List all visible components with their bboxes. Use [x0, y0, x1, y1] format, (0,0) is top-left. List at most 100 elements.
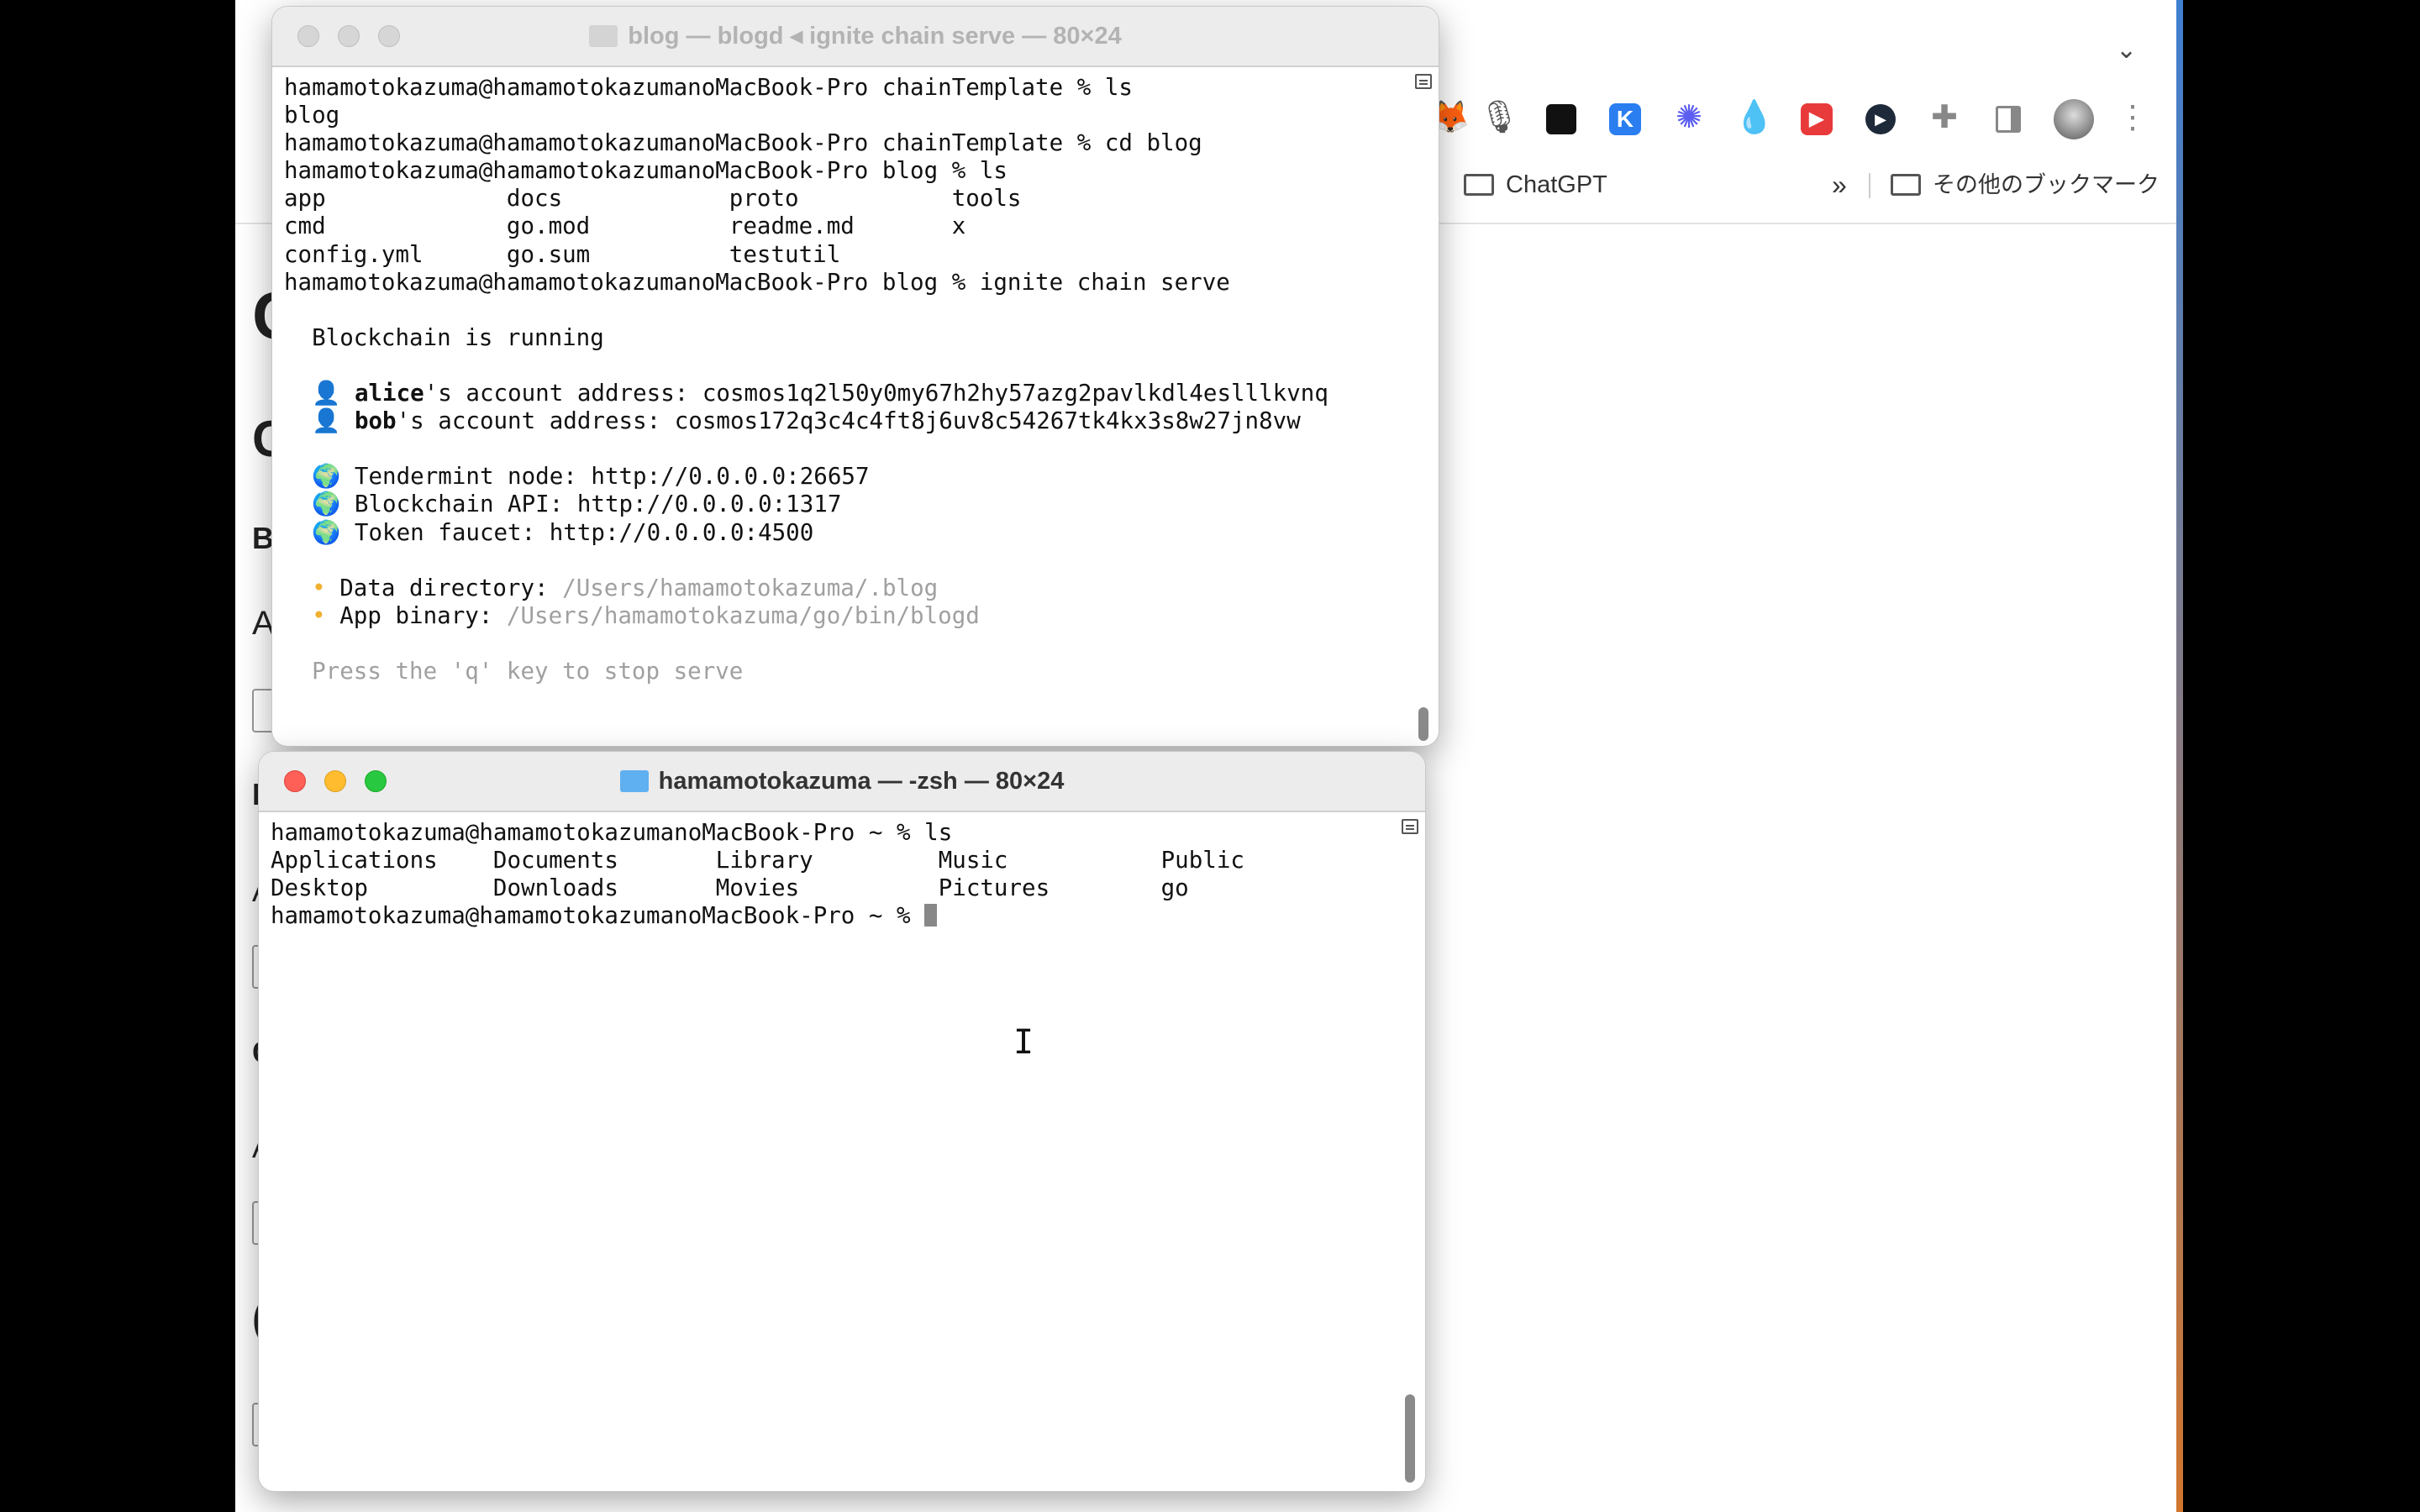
terminal-text: Token faucet: http://0.0.0.0:4500 [340, 518, 814, 546]
terminal-line: hamamotokazuma@hamamotokazumanoMacBook-P… [284, 157, 1328, 185]
mic-icon[interactable]: 🎙 [1479, 99, 1519, 136]
terminal-text: hamamotokazuma@hamamotokazumanoMacBook-P… [284, 74, 1133, 101]
terminal-line: Desktop Downloads Movies Pictures go [271, 874, 1244, 902]
folder-icon [1464, 174, 1494, 196]
desktop-edge-right [2176, 0, 2183, 1512]
scrollbar-thumb[interactable] [1418, 707, 1428, 741]
shield-play-icon[interactable]: ▶ [1862, 99, 1899, 136]
window-title-text: blog — blogd ◂ ignite chain serve — 80×2… [628, 23, 1122, 50]
terminal-text: Applications Documents Library Music Pub… [271, 847, 1244, 874]
droplet-icon[interactable]: 💧 [1734, 99, 1774, 136]
titlebar[interactable]: blog — blogd ◂ ignite chain serve — 80×2… [272, 7, 1439, 67]
terminal-line: 👤 bob's account address: cosmos172q3c4c4… [284, 407, 1328, 435]
tab-search-chevron-icon[interactable]: ⌄ [2116, 35, 2137, 65]
terminal-line: 🌍 Token faucet: http://0.0.0.0:4500 [284, 519, 1328, 547]
terminal-text: Desktop Downloads Movies Pictures go [271, 874, 1189, 902]
terminal-text: hamamotokazuma@hamamotokazumanoMacBook-P… [271, 902, 925, 930]
terminal-text: App binary: [325, 601, 507, 629]
bookmark-divider [1869, 173, 1870, 198]
bookmark-chatgpt[interactable]: ChatGPT [1464, 168, 1607, 202]
terminal-text: 's account address: cosmos1q2l50y0my67h2… [424, 380, 1328, 407]
page-label: B [252, 521, 274, 555]
terminal-window-serve[interactable]: blog — blogd ◂ ignite chain serve — 80×2… [272, 7, 1439, 746]
bullet-icon: • [312, 601, 326, 629]
bullet-icon: • [312, 574, 326, 601]
terminal-text: config.yml go.sum testutil [284, 240, 841, 268]
terminal-text: bob [354, 407, 397, 435]
terminal-line: 🌍 Tendermint node: http://0.0.0.0:26657 [284, 463, 1328, 491]
profile-avatar[interactable] [2054, 99, 2094, 139]
terminal-text: cmd go.mod readme.md x [284, 213, 966, 240]
sidepanel-icon[interactable] [1990, 99, 2027, 136]
terminal-text: hamamotokazuma@hamamotokazumanoMacBook-P… [284, 129, 1202, 157]
bookmark-other[interactable]: その他のブックマーク [1891, 168, 2160, 202]
bookmark-label: その他のブックマーク [1933, 172, 2160, 197]
terminal-text: Data directory: [325, 574, 563, 601]
terminal-line: blog [284, 102, 1328, 129]
terminal-text: Tendermint node: http://0.0.0.0:26657 [340, 463, 870, 491]
page-label: A [252, 605, 275, 642]
terminal-text: /Users/hamamotokazuma/go/bin/blogd [506, 601, 980, 629]
terminal-text: /Users/hamamotokazuma/.blog [562, 574, 939, 601]
terminal-output[interactable]: hamamotokazuma@hamamotokazumanoMacBook-P… [284, 74, 1328, 685]
scrollbar-thumb[interactable] [1405, 1394, 1415, 1483]
marks-icon[interactable] [1415, 74, 1432, 89]
apps-grid-icon[interactable] [1543, 99, 1580, 136]
text-cursor [924, 904, 938, 927]
terminal-text: hamamotokazuma@hamamotokazumanoMacBook-P… [284, 268, 1230, 296]
window-title: blog — blogd ◂ ignite chain serve — 80×2… [272, 7, 1439, 66]
terminal-line: 🌍 Blockchain API: http://0.0.0.0:1317 [284, 491, 1328, 518]
marks-icon[interactable] [1402, 819, 1418, 834]
window-title-text: hamamotokazuma — -zsh — 80×24 [658, 768, 1065, 795]
terminal-line: • App binary: /Users/hamamotokazuma/go/b… [284, 602, 1328, 630]
terminal-output[interactable]: hamamotokazuma@hamamotokazumanoMacBook-P… [271, 819, 1244, 930]
asterisk-icon[interactable]: ✺ [1670, 99, 1707, 136]
terminal-line: cmd go.mod readme.md x [284, 213, 1328, 240]
terminal-line: Blockchain is running [284, 324, 1328, 352]
globe-icon: 🌍 [312, 518, 341, 546]
terminal-text: hamamotokazuma@hamamotokazumanoMacBook-P… [271, 819, 953, 846]
terminal-line: hamamotokazuma@hamamotokazumanoMacBook-P… [271, 902, 1244, 930]
puzzle-icon[interactable]: ✚ [1926, 99, 1963, 136]
terminal-line: hamamotokazuma@hamamotokazumanoMacBook-P… [284, 269, 1328, 297]
play-icon[interactable]: ▶ [1798, 99, 1835, 136]
terminal-line: config.yml go.sum testutil [284, 241, 1328, 269]
bookmarks-overflow[interactable]: » [1832, 168, 1847, 202]
terminal-line: Applications Documents Library Music Pub… [271, 847, 1244, 874]
terminal-line: app docs proto tools [284, 185, 1328, 213]
globe-icon: 🌍 [312, 491, 341, 518]
terminal-line: 👤 alice's account address: cosmos1q2l50y… [284, 380, 1328, 407]
terminal-text: Press the 'q' key to stop serve [284, 657, 744, 685]
terminal-line: hamamotokazuma@hamamotokazumanoMacBook-P… [284, 129, 1328, 157]
terminal-text: alice [354, 380, 424, 407]
terminal-text: app docs proto tools [284, 185, 1022, 213]
person-icon: 👤 [312, 380, 341, 407]
terminal-line: • Data directory: /Users/hamamotokazuma/… [284, 575, 1328, 602]
bookmark-label: ChatGPT [1506, 171, 1607, 198]
globe-icon: 🌍 [312, 463, 341, 491]
titlebar[interactable]: hamamotokazuma — -zsh — 80×24 [259, 752, 1425, 812]
home-folder-icon [619, 770, 649, 792]
terminal-line: Press the 'q' key to stop serve [284, 658, 1328, 685]
more-icon[interactable]: ⋮ [2114, 99, 2151, 136]
folder-icon [589, 25, 618, 47]
terminal-window-zsh[interactable]: hamamotokazuma — -zsh — 80×24 hamamotoka… [259, 752, 1425, 1491]
terminal-text: 's account address: cosmos172q3c4c4ft8j6… [396, 407, 1301, 435]
terminal-text: hamamotokazuma@hamamotokazumanoMacBook-P… [284, 157, 1007, 185]
k-icon[interactable]: K [1607, 99, 1644, 136]
terminal-text: blog [284, 102, 340, 129]
